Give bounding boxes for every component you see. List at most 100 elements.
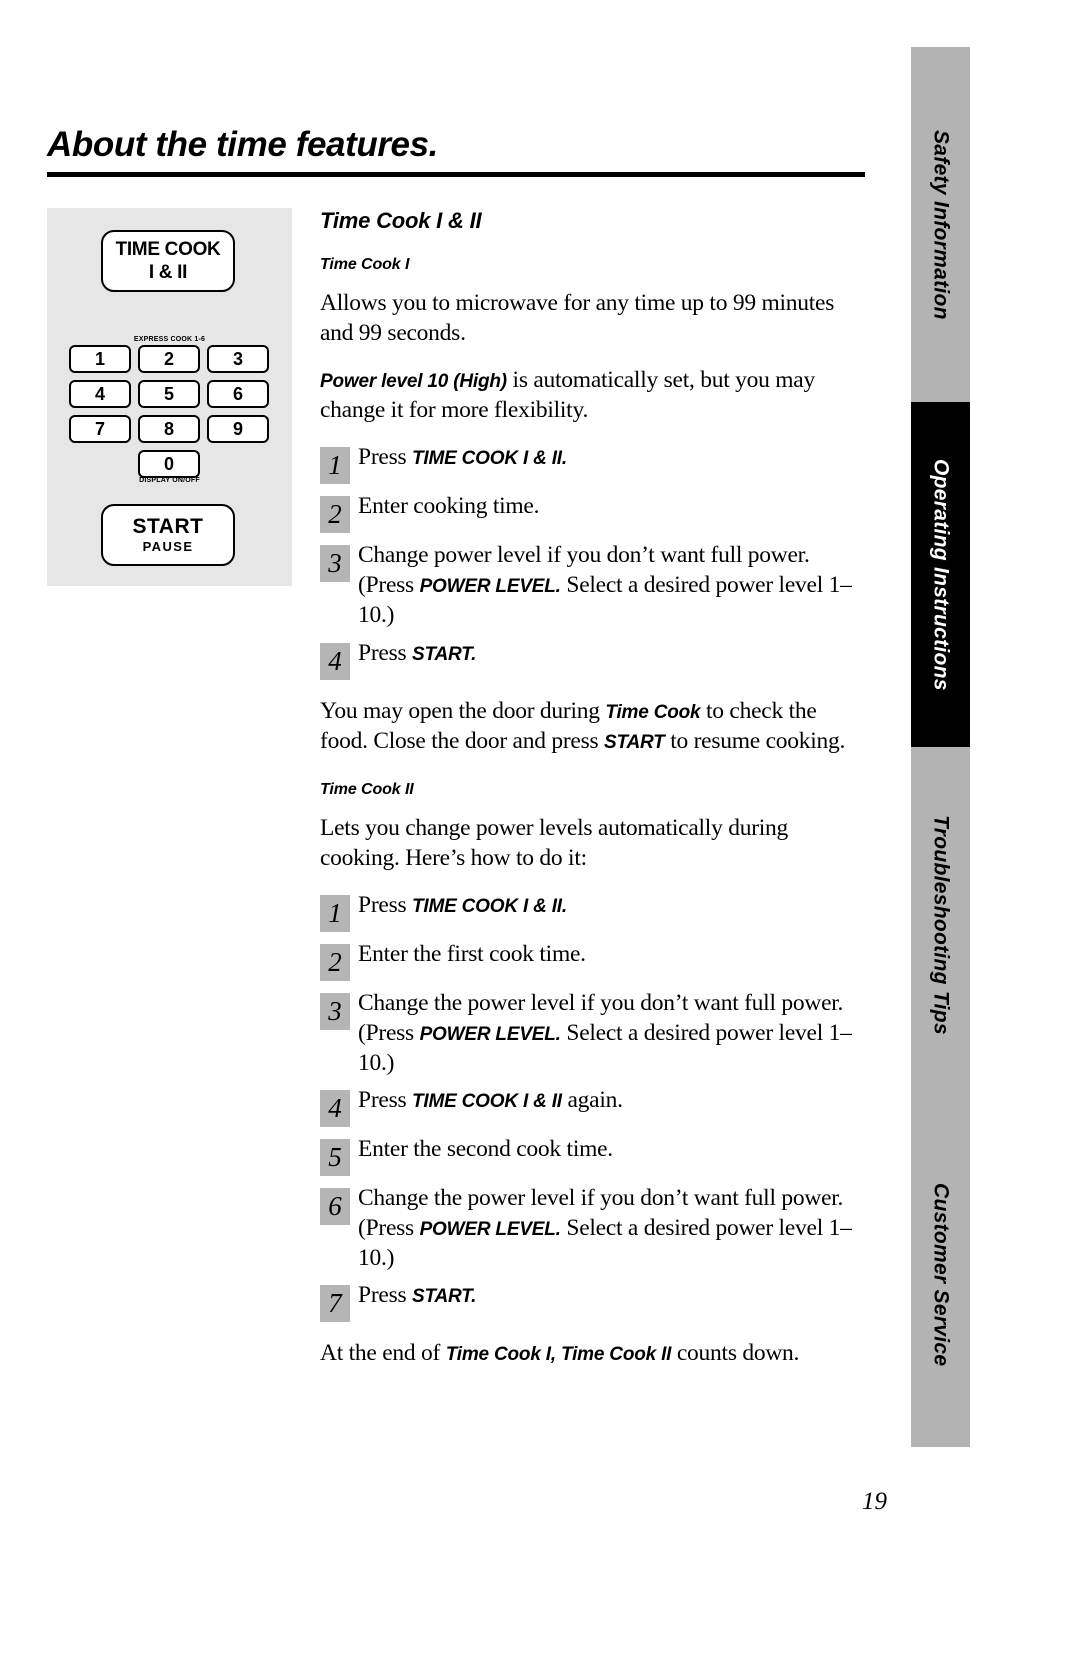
step-item: 1 Press TIME COOK I & II. <box>320 890 865 932</box>
step-number: 7 <box>320 1285 350 1323</box>
keypad-row: 1 2 3 <box>69 345 269 373</box>
key-5[interactable]: 5 <box>138 380 200 408</box>
step-text: Press START. <box>358 638 865 668</box>
page-title: About the time features. <box>47 125 439 164</box>
step-item: 4 Press TIME COOK I & II again. <box>320 1085 865 1128</box>
step-item: 4 Press START. <box>320 638 865 680</box>
step-text-bold: POWER LEVEL. <box>419 1219 561 1241</box>
display-on-off-label: DISPLAY ON/OFF <box>139 477 200 484</box>
step-item: 2 Enter the first cook time. <box>320 939 865 981</box>
step-number: 2 <box>320 496 350 534</box>
side-tab-safety-information[interactable]: Safety Information <box>911 47 970 402</box>
step-item: 3 Change power level if you don’t want fu… <box>320 540 865 630</box>
step-text-pre: Press <box>358 1087 412 1114</box>
time-cook-1-steps: 1 Press TIME COOK I & II. 2 Enter cooking t… <box>320 442 865 680</box>
step-text: Change the power level if you don’t want… <box>358 988 865 1078</box>
step-number: 3 <box>320 545 350 583</box>
keypad-row: 4 5 6 <box>69 380 269 408</box>
power-level-note-bold: Power level 10 (High) <box>320 371 507 393</box>
side-tab-operating-instructions[interactable]: Operating Instructions <box>911 402 970 747</box>
closing-note-b: Time Cook I, Time Cook II <box>445 1344 672 1366</box>
door-note: You may open the door during Time Cook t… <box>320 696 865 756</box>
time-cook-1-heading: Time Cook I <box>320 256 410 273</box>
step-number: 5 <box>320 1139 350 1177</box>
start-button-line2: PAUSE <box>142 539 194 555</box>
step-number: 4 <box>320 642 350 680</box>
side-tab-troubleshooting-tips[interactable]: Troubleshooting Tips <box>911 747 970 1102</box>
step-number: 4 <box>320 1090 350 1128</box>
keypad-row: 7 8 9 <box>69 415 269 443</box>
key-4[interactable]: 4 <box>69 380 131 408</box>
step-text: Enter the second cook time. <box>358 1134 865 1164</box>
step-item: 2 Enter cooking time. <box>320 491 865 534</box>
step-text-pre: Press <box>358 891 412 918</box>
step-number: 3 <box>320 992 350 1030</box>
key-2[interactable]: 2 <box>138 345 200 373</box>
start-pause-button[interactable]: START PAUSE <box>101 504 235 566</box>
step-text-pre: Enter the first cook time. <box>358 940 586 967</box>
step-text-pre: Enter the second cook time. <box>358 1136 613 1163</box>
step-text-pre: Enter cooking time. <box>358 493 540 520</box>
time-cook-button[interactable]: TIME COOK I & II <box>101 230 235 292</box>
number-keypad: 1 2 3 4 5 6 7 8 9 0 <box>69 345 269 485</box>
step-text: Press TIME COOK I & II again. <box>358 1085 865 1115</box>
step-text-pre: Press <box>358 1282 412 1309</box>
step-number: 2 <box>320 943 350 981</box>
step-text-bold: START. <box>412 1286 477 1308</box>
step-text-bold: TIME COOK I & II <box>412 1091 562 1113</box>
step-item: 6 Change the power level if you don’t wan… <box>320 1183 865 1273</box>
step-text-pre: Press <box>358 639 412 666</box>
step-text-bold: TIME COOK I & II. <box>412 895 567 917</box>
step-text-bold: START. <box>412 643 477 665</box>
key-6[interactable]: 6 <box>207 380 269 408</box>
side-tab-strip: Safety Information Operating Instructions… <box>911 47 970 1447</box>
keypad-row: 0 <box>69 450 269 478</box>
time-cook-2-intro: Lets you change power levels automatical… <box>320 814 789 871</box>
step-item: 7 Press START. <box>320 1280 865 1323</box>
step-text-pre: Press <box>358 444 412 471</box>
time-cook-button-line1: TIME COOK <box>115 238 221 260</box>
step-text-post: again. <box>561 1087 623 1114</box>
step-item: 1 Press TIME COOK I & II. <box>320 442 865 485</box>
time-cook-2-heading: Time Cook II <box>320 780 414 798</box>
door-note-e: to resume cooking. <box>664 727 846 754</box>
title-block: About the time features. <box>47 125 865 177</box>
step-number: 1 <box>320 894 350 932</box>
key-9[interactable]: 9 <box>207 415 269 443</box>
title-rule <box>47 171 865 177</box>
time-cook-button-line2: I & II <box>148 262 188 283</box>
time-cook-1-intro: Allows you to microwave for any time up … <box>320 290 835 347</box>
power-level-note: Power level 10 (High) is automatically s… <box>320 365 865 425</box>
step-text-bold: TIME COOK I & II. <box>412 448 567 470</box>
side-tab-label: Safety Information <box>929 129 953 320</box>
step-text: Enter the first cook time. <box>358 939 865 969</box>
express-cook-label: EXPRESS COOK 1-6 <box>133 336 206 343</box>
step-number: 1 <box>320 447 350 485</box>
time-cook-2-steps: 1 Press TIME COOK I & II. 2 Enter the first… <box>320 890 865 1323</box>
start-button-line1: START <box>132 515 204 539</box>
step-text: Change power level if you don’t want ful… <box>358 540 865 630</box>
door-note-b: Time Cook <box>605 701 701 723</box>
step-text: Press START. <box>358 1280 865 1310</box>
side-tab-label: Operating Instructions <box>929 458 953 691</box>
step-text: Enter cooking time. <box>358 491 865 521</box>
step-text-bold: POWER LEVEL. <box>419 1023 561 1045</box>
side-tab-label: Customer Service <box>929 1182 953 1367</box>
closing-note-a: At the end of <box>320 1340 446 1367</box>
content-column: Time Cook I & II Time Cook I Allows you … <box>320 208 865 1385</box>
key-0[interactable]: 0 <box>138 450 200 478</box>
closing-note-c: counts down. <box>671 1340 800 1367</box>
step-item: 5 Enter the second cook time. <box>320 1134 865 1177</box>
key-3[interactable]: 3 <box>207 345 269 373</box>
side-tab-customer-service[interactable]: Customer Service <box>911 1102 970 1447</box>
door-note-d: START <box>604 731 665 753</box>
key-8[interactable]: 8 <box>138 415 200 443</box>
step-text: Press TIME COOK I & II. <box>358 890 865 920</box>
key-1[interactable]: 1 <box>69 345 131 373</box>
step-text: Press TIME COOK I & II. <box>358 442 865 472</box>
section-heading: Time Cook I & II <box>320 208 482 233</box>
key-7[interactable]: 7 <box>69 415 131 443</box>
closing-note: At the end of Time Cook I, Time Cook II … <box>320 1338 865 1368</box>
step-number: 6 <box>320 1188 350 1226</box>
